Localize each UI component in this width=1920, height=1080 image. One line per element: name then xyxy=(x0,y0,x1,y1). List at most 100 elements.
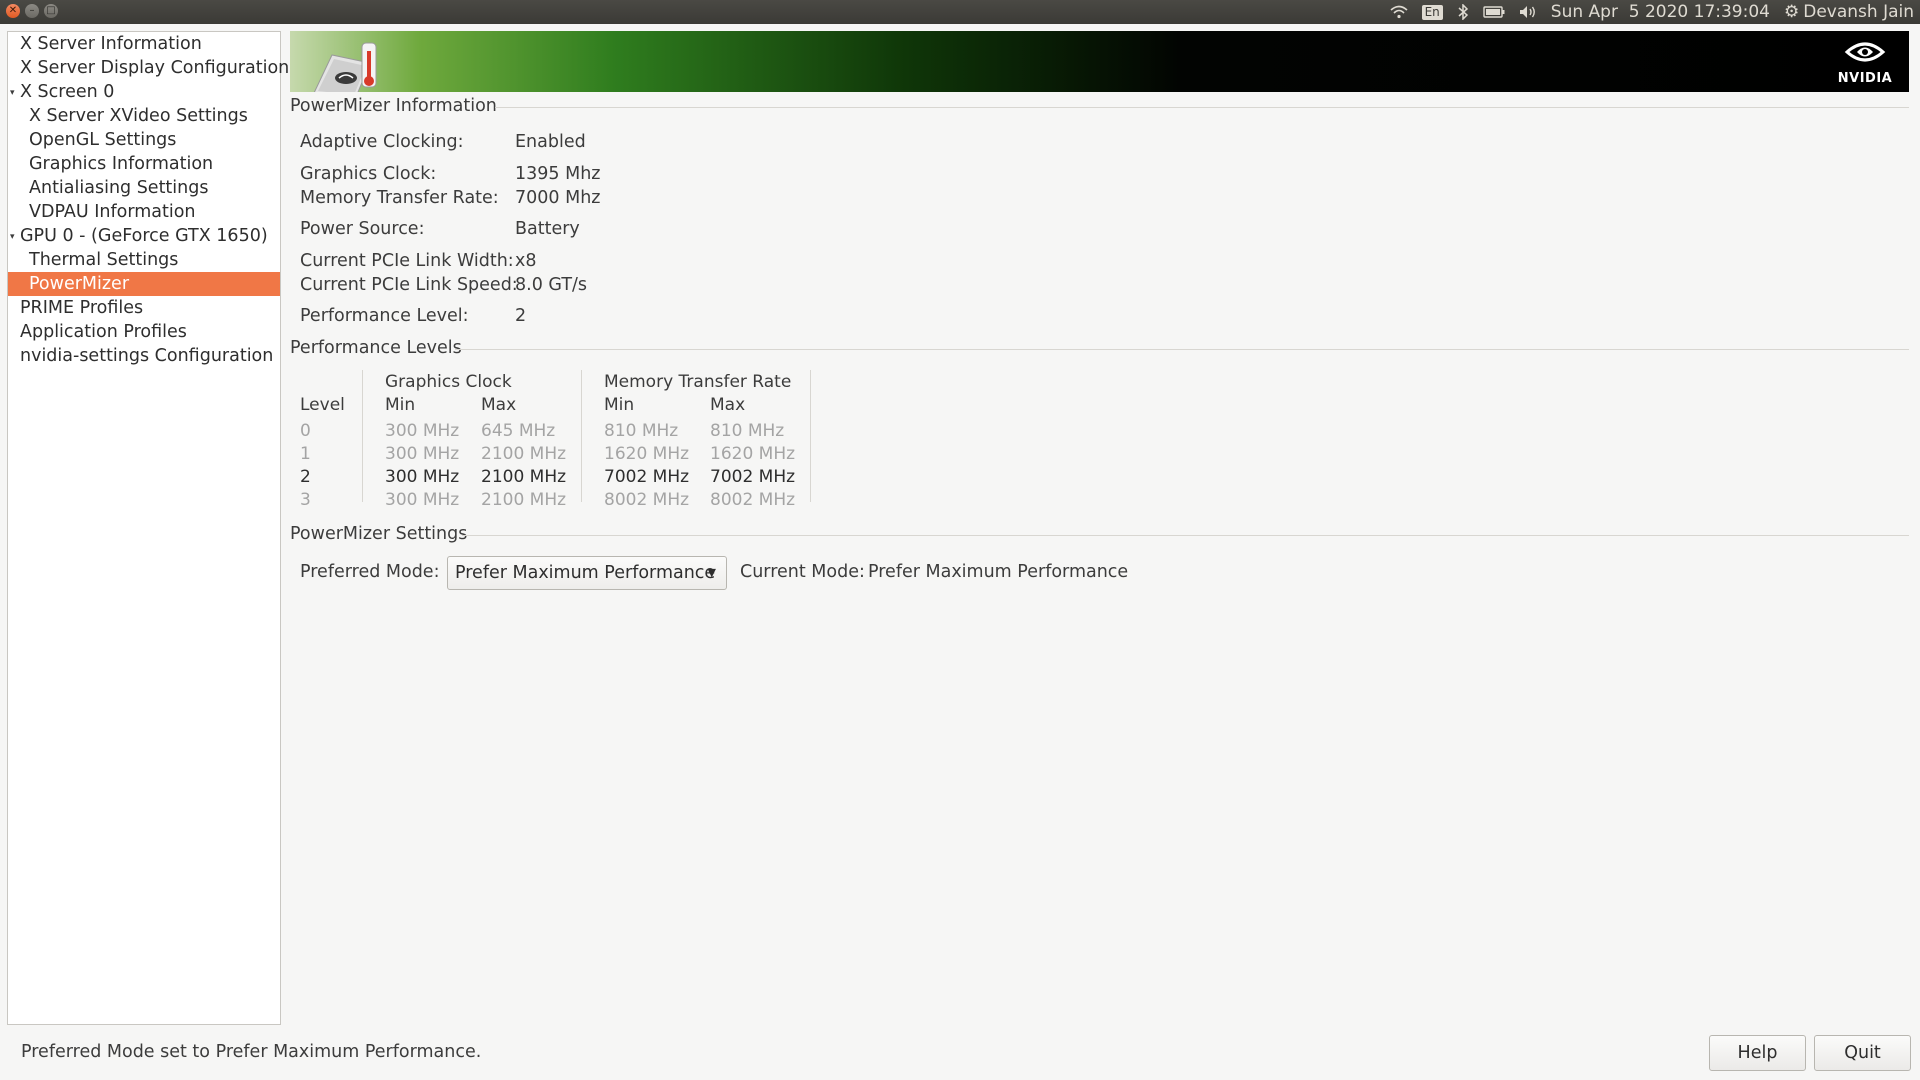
minimize-window-button[interactable]: – xyxy=(25,4,39,18)
sidebar-item-label: PRIME Profiles xyxy=(20,298,144,318)
table-cell-gc-min: 300 MHz xyxy=(385,467,460,487)
performance-level-value: 2 xyxy=(515,306,527,326)
close-window-button[interactable]: ✕ xyxy=(6,4,20,18)
sidebar-item-label: X Screen 0 xyxy=(20,82,115,102)
table-cell-level: 1 xyxy=(300,444,311,464)
table-cell-gc-min: 300 MHz xyxy=(385,421,460,441)
section-title-powermizer-information: PowerMizer Information xyxy=(290,96,497,116)
mem-min-header: Min xyxy=(604,395,635,415)
status-message: Preferred Mode set to Prefer Maximum Per… xyxy=(21,1042,482,1062)
gear-icon: ⚙ xyxy=(1783,2,1800,22)
sidebar-item-x-server-display-configuration[interactable]: X Server Display Configuration xyxy=(8,56,289,80)
table-cell-level: 0 xyxy=(300,421,311,441)
table-cell-level: 2 xyxy=(300,467,311,487)
sidebar-item-powermizer[interactable]: PowerMizer xyxy=(8,272,280,296)
table-column-divider xyxy=(581,370,582,502)
sidebar-item-label: nvidia-settings Configuration xyxy=(20,346,274,366)
table-cell-gc-min: 300 MHz xyxy=(385,444,460,464)
user-name: Devansh Jain xyxy=(1803,2,1914,22)
gpu-thermometer-icon xyxy=(310,41,378,92)
sidebar-item-vdpau-information[interactable]: VDPAU Information xyxy=(8,200,280,224)
section-title-performance-levels: Performance Levels xyxy=(290,338,462,358)
pcie-link-speed-label: Current PCIe Link Speed: xyxy=(300,275,518,295)
sidebar-item-label: OpenGL Settings xyxy=(29,130,177,150)
sidebar-item-label: VDPAU Information xyxy=(29,202,196,222)
gc-min-header: Min xyxy=(385,395,416,415)
sidebar-item-prime-profiles[interactable]: PRIME Profiles xyxy=(8,296,280,320)
keyboard-layout-indicator[interactable]: En xyxy=(1421,4,1443,20)
table-cell-mem-min: 7002 MHz xyxy=(604,467,690,487)
pcie-link-speed-value: 8.0 GT/s xyxy=(515,275,588,295)
table-cell-gc-max: 645 MHz xyxy=(481,421,556,441)
sidebar-item-label: Thermal Settings xyxy=(29,250,179,270)
sidebar-item-label: PowerMizer xyxy=(29,274,130,294)
level-column-header: Level xyxy=(300,395,345,415)
top-panel: ✕ – □ En Sun Apr 5 2020 17:39:04 ⚙ Devan… xyxy=(0,0,1920,24)
power-source-label: Power Source: xyxy=(300,219,425,239)
table-cell-mem-min: 1620 MHz xyxy=(604,444,690,464)
preferred-mode-dropdown[interactable]: Prefer Maximum Performance ▼ xyxy=(447,556,727,590)
performance-level-label: Performance Level: xyxy=(300,306,469,326)
sidebar-item-label: Antialiasing Settings xyxy=(29,178,209,198)
memory-transfer-rate-label: Memory Transfer Rate: xyxy=(300,188,499,208)
window-controls: ✕ – □ xyxy=(6,4,58,18)
table-cell-gc-min: 300 MHz xyxy=(385,490,460,510)
volume-icon[interactable] xyxy=(1519,5,1537,19)
graphics-clock-label: Graphics Clock: xyxy=(300,164,437,184)
adaptive-clocking-value: Enabled xyxy=(515,132,586,152)
sidebar-item-label: X Server XVideo Settings xyxy=(29,106,248,126)
user-menu[interactable]: ⚙ Devansh Jain xyxy=(1784,2,1914,22)
memory-transfer-rate-value: 7000 Mhz xyxy=(515,188,601,208)
nvidia-logo-text: NVIDIA xyxy=(1837,71,1893,86)
nvidia-eye-icon xyxy=(1844,42,1886,62)
current-mode-label: Current Mode: xyxy=(740,562,865,582)
sidebar-item-gpu-0[interactable]: ▾ GPU 0 - (GeForce GTX 1650) xyxy=(8,224,280,248)
navigation-tree[interactable]: X Server Information X Server Display Co… xyxy=(7,31,289,1025)
sidebar-item-antialiasing-settings[interactable]: Antialiasing Settings xyxy=(8,176,280,200)
sidebar-item-x-server-xvideo-settings[interactable]: X Server XVideo Settings xyxy=(8,104,280,128)
section-title-powermizer-settings: PowerMizer Settings xyxy=(290,524,468,544)
current-mode-value: Prefer Maximum Performance xyxy=(868,562,1129,582)
section-divider xyxy=(495,107,1909,108)
expander-arrow-icon[interactable]: ▾ xyxy=(10,81,20,105)
adaptive-clocking-label: Adaptive Clocking: xyxy=(300,132,464,152)
table-cell-gc-max: 2100 MHz xyxy=(481,490,567,510)
table-column-divider xyxy=(810,370,811,502)
sidebar-item-opengl-settings[interactable]: OpenGL Settings xyxy=(8,128,280,152)
pcie-link-width-value: x8 xyxy=(515,251,537,271)
bluetooth-icon[interactable] xyxy=(1457,4,1469,20)
maximize-window-button[interactable]: □ xyxy=(44,4,58,18)
preferred-mode-label: Preferred Mode: xyxy=(300,562,440,582)
sidebar-item-label: X Server Information xyxy=(20,34,202,54)
sidebar-item-application-profiles[interactable]: Application Profiles xyxy=(8,320,280,344)
table-cell-mem-min: 810 MHz xyxy=(604,421,679,441)
sidebar-item-thermal-settings[interactable]: Thermal Settings xyxy=(8,248,280,272)
sidebar-item-nvidia-settings-configuration[interactable]: nvidia-settings Configuration xyxy=(8,344,280,368)
graphics-clock-value: 1395 Mhz xyxy=(515,164,601,184)
table-cell-mem-max: 810 MHz xyxy=(710,421,785,441)
sidebar-item-label: Application Profiles xyxy=(20,322,187,342)
table-cell-mem-min: 8002 MHz xyxy=(604,490,690,510)
gc-max-header: Max xyxy=(481,395,517,415)
sidebar-item-label: GPU 0 - (GeForce GTX 1650) xyxy=(20,226,268,246)
sidebar-item-label: Graphics Information xyxy=(29,154,214,174)
quit-button[interactable]: Quit xyxy=(1814,1035,1911,1071)
page-banner: NVIDIA xyxy=(290,31,1909,92)
sidebar-item-x-screen-0[interactable]: ▾ X Screen 0 xyxy=(8,80,280,104)
battery-icon[interactable] xyxy=(1483,6,1505,18)
table-cell-mem-max: 7002 MHz xyxy=(710,467,796,487)
sidebar-item-label: X Server Display Configuration xyxy=(20,58,290,78)
nvidia-logo: NVIDIA xyxy=(1835,39,1895,86)
wifi-icon[interactable] xyxy=(1390,5,1408,19)
clock[interactable]: Sun Apr 5 2020 17:39:04 xyxy=(1551,2,1770,22)
section-divider xyxy=(455,349,1909,350)
expander-arrow-icon[interactable]: ▾ xyxy=(10,225,20,249)
sidebar-item-graphics-information[interactable]: Graphics Information xyxy=(8,152,280,176)
pcie-link-width-label: Current PCIe Link Width: xyxy=(300,251,514,271)
help-button[interactable]: Help xyxy=(1709,1035,1806,1071)
sidebar-item-x-server-information[interactable]: X Server Information xyxy=(8,32,280,56)
section-divider xyxy=(462,535,1909,536)
graphics-clock-header: Graphics Clock xyxy=(385,372,512,392)
system-tray: En Sun Apr 5 2020 17:39:04 ⚙ Devansh Jai… xyxy=(1390,0,1914,24)
memory-transfer-rate-header: Memory Transfer Rate xyxy=(604,372,792,392)
